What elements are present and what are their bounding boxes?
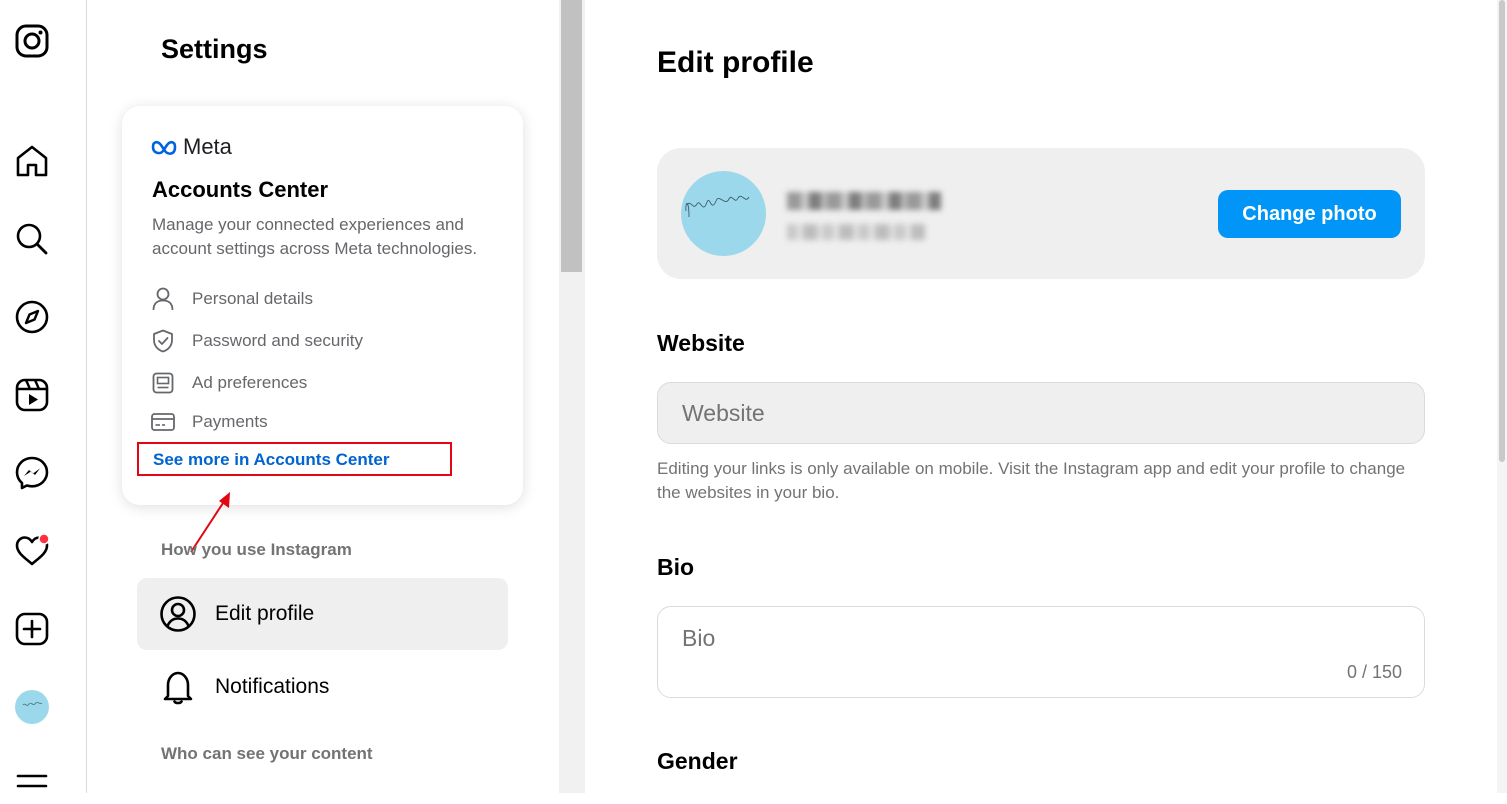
create-icon[interactable] — [15, 612, 49, 646]
settings-title: Settings — [161, 34, 268, 64]
menu-item-label: Notifications — [215, 675, 330, 698]
edit-profile-main: Edit profile Change photo Website Editin… — [585, 0, 1507, 793]
section-heading-who-can-see: Who can see your content — [161, 744, 373, 763]
page-title: Edit profile — [657, 46, 814, 79]
bio-char-counter: 0 / 150 — [1346, 662, 1402, 682]
ac-item-label: Personal details — [192, 289, 313, 308]
page-scrollbar[interactable] — [1497, 0, 1507, 793]
gender-label: Gender — [657, 748, 738, 774]
ac-item-personal-details[interactable]: Personal details — [150, 286, 313, 312]
ac-item-label: Ad preferences — [192, 373, 308, 392]
profile-circle-icon — [159, 595, 197, 633]
messenger-icon[interactable] — [15, 456, 49, 490]
bell-icon — [159, 668, 197, 706]
accounts-center-description: Manage your connected experiences and ac… — [152, 215, 478, 258]
settings-panel: Settings Meta Accounts Center Manage you… — [87, 0, 559, 793]
bio-textarea[interactable] — [682, 625, 1282, 665]
accounts-center-title: Accounts Center — [152, 177, 329, 202]
explore-icon[interactable] — [15, 300, 49, 334]
username-redacted — [787, 192, 941, 210]
fullname-redacted — [787, 224, 925, 240]
avatar[interactable] — [15, 690, 49, 724]
ac-item-ad-preferences[interactable]: Ad preferences — [150, 370, 307, 396]
menu-item-notifications[interactable]: Notifications — [137, 651, 508, 723]
menu-item-edit-profile[interactable]: Edit profile — [137, 578, 508, 650]
profile-avatar[interactable] — [681, 171, 766, 256]
home-icon[interactable] — [15, 144, 49, 178]
see-more-accounts-center-link[interactable]: See more in Accounts Center — [153, 450, 390, 470]
person-icon — [150, 286, 176, 312]
ac-item-label: Password and security — [192, 331, 364, 350]
ac-item-label: Payments — [192, 412, 268, 431]
heart-icon[interactable] — [15, 534, 49, 568]
website-input[interactable] — [657, 382, 1425, 444]
nav-rail — [0, 0, 87, 793]
section-heading-how-you-use: How you use Instagram — [161, 540, 352, 559]
menu-icon[interactable] — [15, 770, 49, 804]
meta-infinity-icon — [151, 140, 177, 155]
change-photo-button[interactable]: Change photo — [1218, 190, 1401, 238]
credit-card-icon — [150, 409, 176, 435]
reels-icon[interactable] — [15, 378, 49, 412]
accounts-center-card: Meta Accounts Center Manage your connect… — [122, 106, 523, 505]
menu-item-label: Edit profile — [215, 602, 315, 625]
settings-scrollbar-thumb[interactable] — [561, 0, 582, 272]
see-more-highlight-box: See more in Accounts Center — [137, 442, 452, 476]
ac-item-payments[interactable]: Payments — [150, 409, 268, 435]
bio-field-container: 0 / 150 — [657, 606, 1425, 698]
ad-preferences-icon — [150, 370, 176, 396]
bio-label: Bio — [657, 554, 695, 580]
meta-brand: Meta — [183, 134, 232, 159]
ac-item-password-security[interactable]: Password and security — [150, 328, 363, 354]
instagram-logo-icon[interactable] — [15, 24, 49, 58]
website-helper-text: Editing your links is only available on … — [657, 459, 1406, 502]
page-scrollbar-thumb[interactable] — [1499, 0, 1505, 462]
meta-logo: Meta — [151, 134, 232, 160]
shield-icon — [150, 328, 176, 354]
website-label: Website — [657, 330, 745, 356]
profile-photo-card: Change photo — [657, 148, 1425, 279]
search-icon[interactable] — [15, 222, 49, 256]
settings-scrollbar[interactable] — [559, 0, 585, 793]
